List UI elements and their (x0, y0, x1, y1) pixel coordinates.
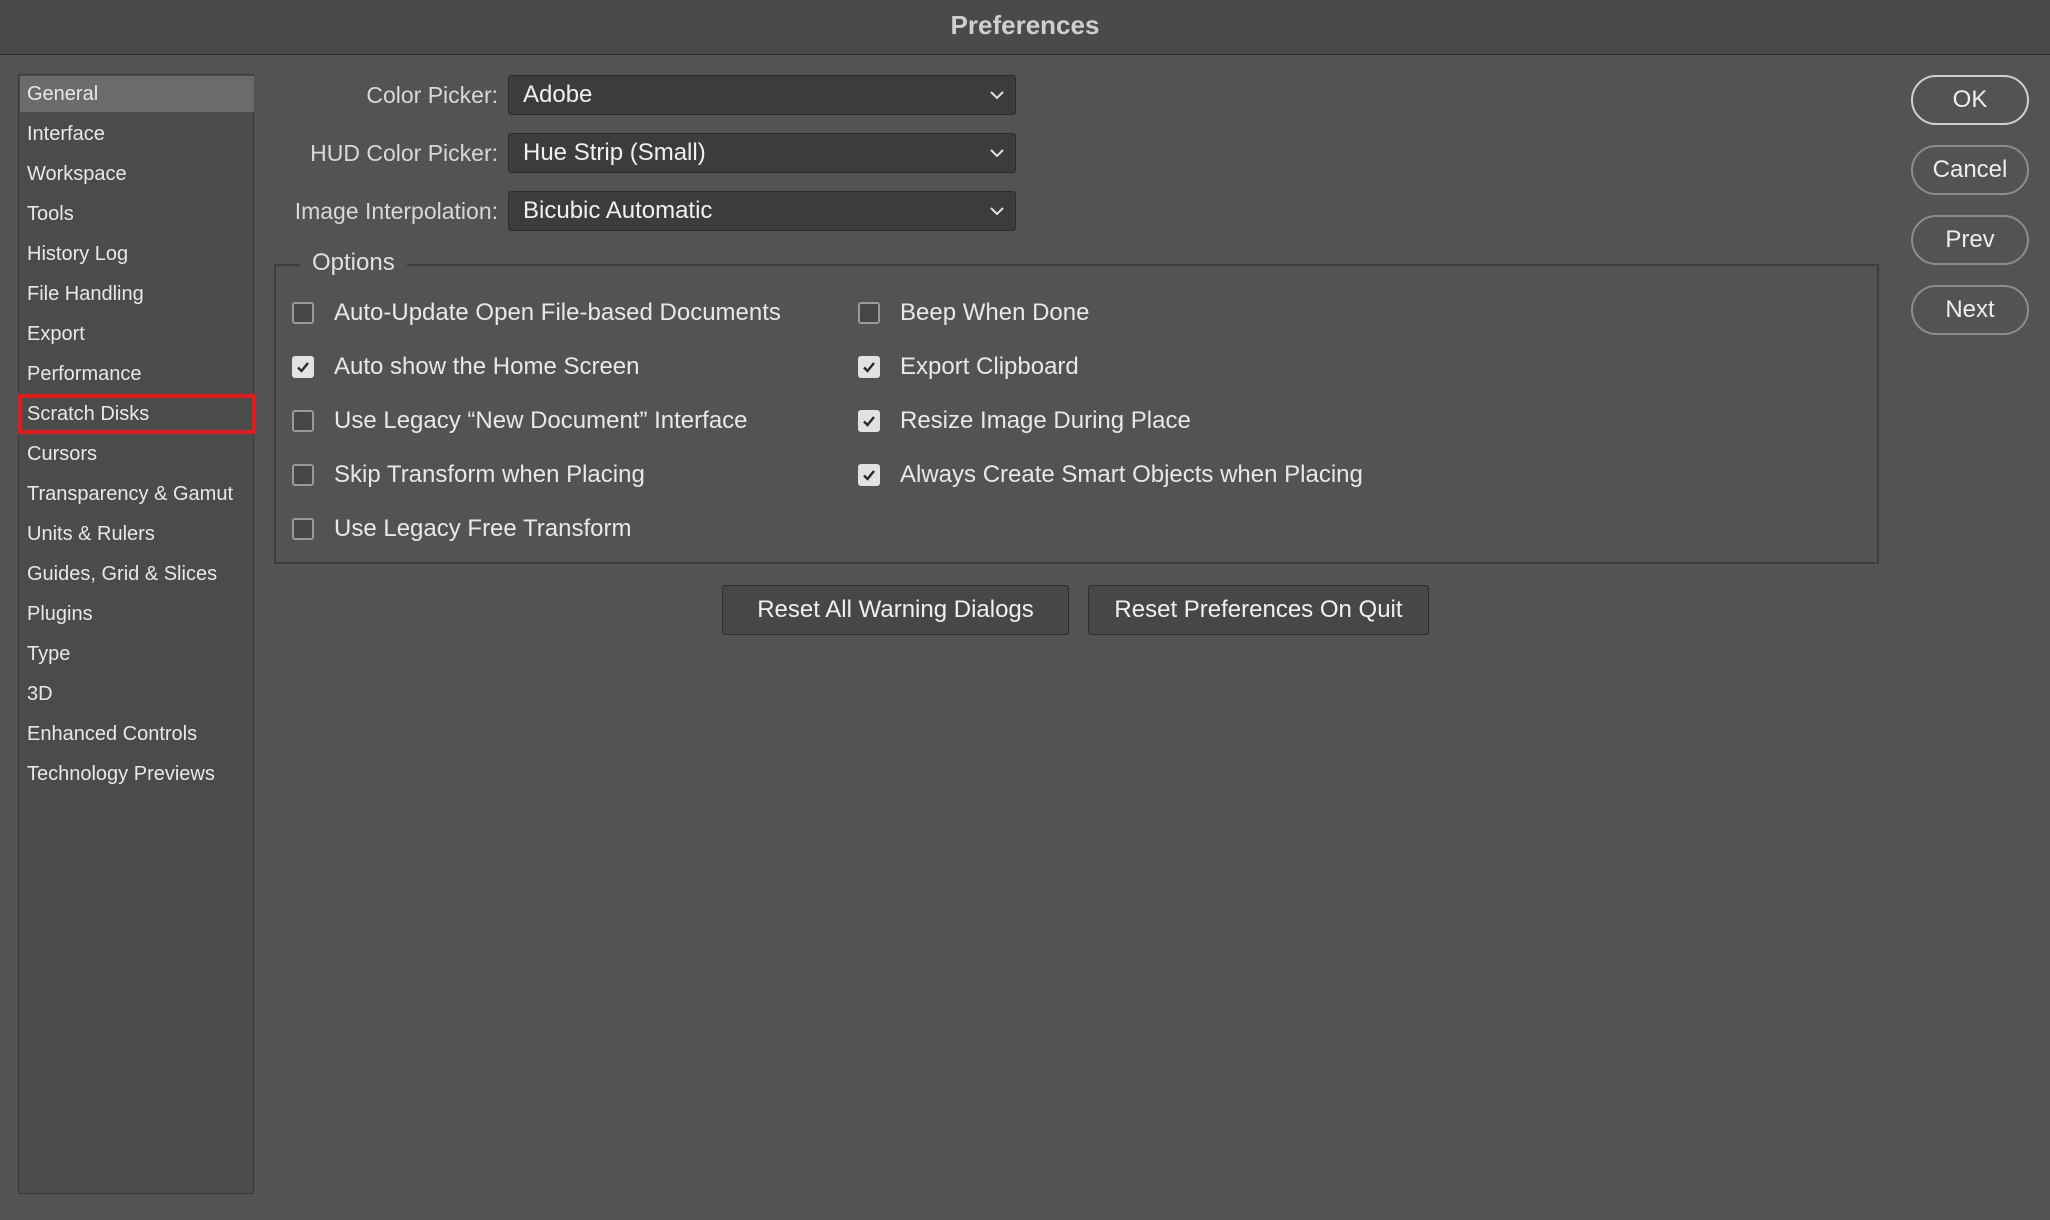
option-legacy-free-transform[interactable]: Use Legacy Free Transform (292, 512, 631, 546)
option-resize-image-place[interactable]: Resize Image During Place (858, 404, 1191, 438)
option-label: Beep When Done (900, 299, 1090, 326)
image-interpolation-value: Bicubic Automatic (523, 197, 713, 224)
sidebar-item-units-rulers[interactable]: Units & Rulers (20, 516, 254, 552)
option-skip-transform-placing[interactable]: Skip Transform when Placing (292, 458, 645, 492)
sidebar-item-enhanced-controls[interactable]: Enhanced Controls (20, 716, 254, 752)
cancel-button[interactable]: Cancel (1911, 145, 2029, 195)
sidebar-item-file-handling[interactable]: File Handling (20, 276, 254, 312)
option-legacy-new-document[interactable]: Use Legacy “New Document” Interface (292, 404, 748, 438)
option-label: Use Legacy “New Document” Interface (334, 407, 748, 434)
checkbox[interactable] (292, 464, 314, 486)
checkbox[interactable] (292, 356, 314, 378)
checkbox[interactable] (292, 410, 314, 432)
color-picker-value: Adobe (523, 81, 593, 108)
chevron-down-icon (990, 207, 1004, 216)
preferences-dialog: Preferences General Interface Workspace … (0, 0, 2050, 1220)
option-label: Auto show the Home Screen (334, 353, 640, 380)
option-label: Auto-Update Open File-based Documents (334, 299, 781, 326)
sidebar-item-performance[interactable]: Performance (20, 356, 254, 392)
hud-color-picker-select[interactable]: Hue Strip (Small) (508, 133, 1016, 173)
ok-button[interactable]: OK (1911, 75, 2029, 125)
option-beep-when-done[interactable]: Beep When Done (858, 296, 1089, 330)
image-interpolation-label: Image Interpolation: (294, 198, 498, 224)
checkmark-icon (863, 362, 875, 373)
sidebar-item-type[interactable]: Type (20, 636, 254, 672)
option-label: Always Create Smart Objects when Placing (900, 461, 1363, 488)
checkbox[interactable] (858, 356, 880, 378)
checkmark-icon (863, 416, 875, 427)
sidebar-item-guides-grid-slices[interactable]: Guides, Grid & Slices (20, 556, 254, 592)
checkbox[interactable] (292, 302, 314, 324)
prev-button[interactable]: Prev (1911, 215, 2029, 265)
option-smart-objects-placing[interactable]: Always Create Smart Objects when Placing (858, 458, 1363, 492)
checkbox[interactable] (858, 464, 880, 486)
window-title: Preferences (0, 0, 2050, 55)
checkbox[interactable] (858, 410, 880, 432)
option-label: Use Legacy Free Transform (334, 515, 632, 542)
color-picker-select[interactable]: Adobe (508, 75, 1016, 115)
sidebar-item-3d[interactable]: 3D (20, 676, 254, 712)
sidebar-item-history-log[interactable]: History Log (20, 236, 254, 272)
sidebar-item-plugins[interactable]: Plugins (20, 596, 254, 632)
option-auto-update-documents[interactable]: Auto-Update Open File-based Documents (292, 296, 781, 330)
sidebar-item-export[interactable]: Export (20, 316, 254, 352)
sidebar-item-transparency-gamut[interactable]: Transparency & Gamut (20, 476, 254, 512)
hud-color-picker-value: Hue Strip (Small) (523, 139, 706, 166)
next-button[interactable]: Next (1911, 285, 2029, 335)
option-auto-show-home-screen[interactable]: Auto show the Home Screen (292, 350, 640, 384)
sidebar-item-interface[interactable]: Interface (20, 116, 254, 152)
sidebar-item-tools[interactable]: Tools (20, 196, 254, 232)
reset-warning-dialogs-button[interactable]: Reset All Warning Dialogs (722, 585, 1069, 635)
options-title: Options (300, 248, 407, 278)
sidebar-item-cursors[interactable]: Cursors (20, 436, 254, 472)
sidebar-item-scratch-disks[interactable]: Scratch Disks (18, 394, 256, 434)
chevron-down-icon (990, 91, 1004, 100)
hud-color-picker-label: HUD Color Picker: (310, 140, 498, 166)
color-picker-label: Color Picker: (366, 82, 498, 108)
option-export-clipboard[interactable]: Export Clipboard (858, 350, 1079, 384)
sidebar-item-technology-previews[interactable]: Technology Previews (20, 756, 254, 792)
sidebar-item-workspace[interactable]: Workspace (20, 156, 254, 192)
image-interpolation-select[interactable]: Bicubic Automatic (508, 191, 1016, 231)
checkbox[interactable] (292, 518, 314, 540)
checkbox[interactable] (858, 302, 880, 324)
option-label: Export Clipboard (900, 353, 1079, 380)
reset-preferences-button[interactable]: Reset Preferences On Quit (1088, 585, 1429, 635)
sidebar-item-general[interactable]: General (20, 76, 254, 112)
option-label: Skip Transform when Placing (334, 461, 645, 488)
preferences-sidebar: General Interface Workspace Tools Histor… (18, 74, 256, 1194)
option-label: Resize Image During Place (900, 407, 1191, 434)
checkmark-icon (297, 362, 309, 373)
chevron-down-icon (990, 149, 1004, 158)
checkmark-icon (863, 470, 875, 481)
